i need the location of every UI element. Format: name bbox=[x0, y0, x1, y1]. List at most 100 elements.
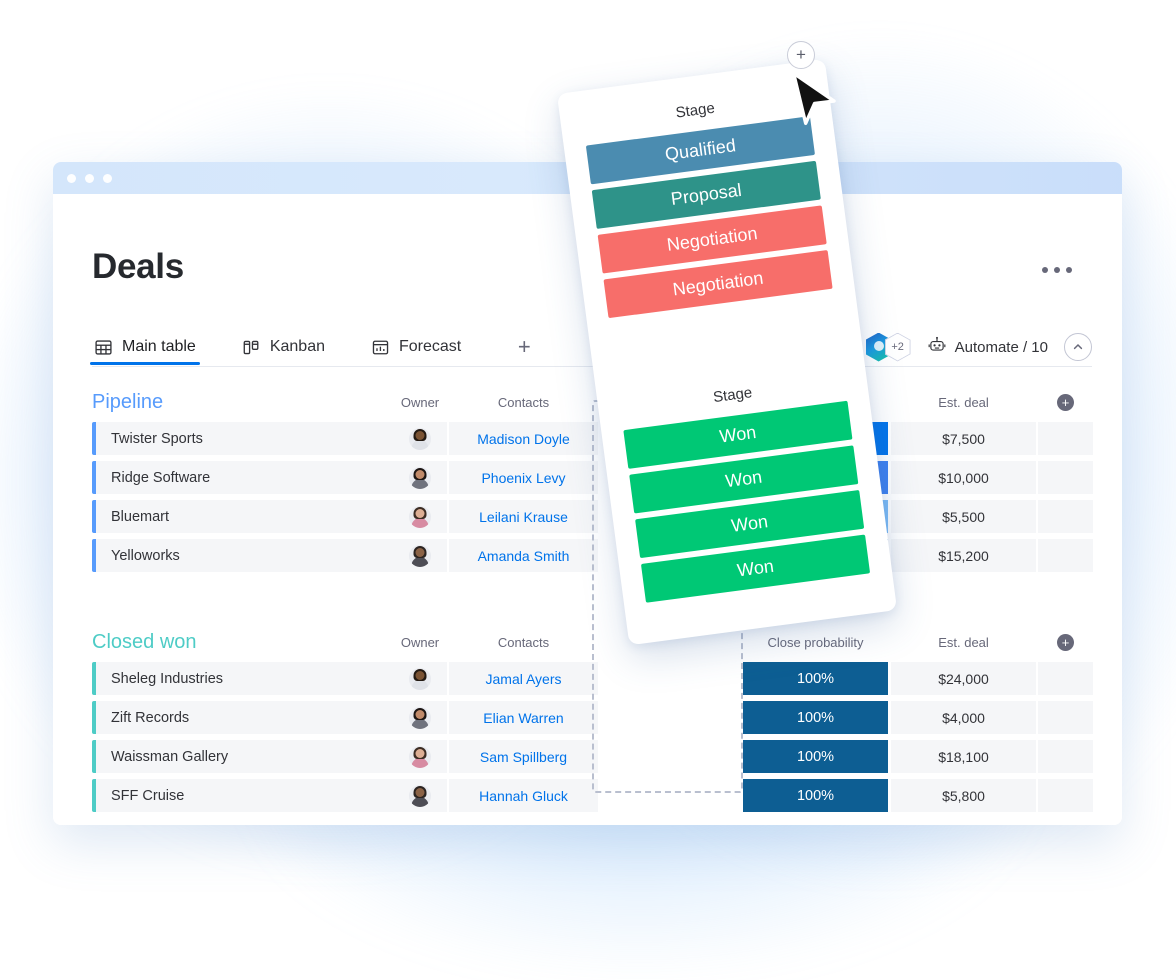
avatar[interactable] bbox=[409, 466, 431, 489]
avatar[interactable] bbox=[409, 505, 431, 528]
cell-close-probability[interactable]: 100% bbox=[743, 779, 888, 812]
cell-est-deal[interactable]: $24,000 bbox=[891, 662, 1036, 695]
robot-icon bbox=[927, 336, 947, 358]
cell-close-probability[interactable]: 100% bbox=[743, 662, 888, 695]
cell-deal-name[interactable]: Yelloworks bbox=[96, 539, 406, 572]
cell-contact[interactable]: Sam Spillberg bbox=[449, 740, 598, 773]
group-header: Closed won Owner Contacts Close probability… bbox=[92, 626, 1108, 658]
cell-empty[interactable] bbox=[1038, 500, 1093, 533]
cell-owner[interactable] bbox=[393, 422, 447, 455]
table-row[interactable]: Ridge Software Phoenix Levy $10,000 bbox=[92, 461, 1108, 494]
avatar[interactable] bbox=[409, 745, 431, 768]
more-dot bbox=[1066, 267, 1072, 273]
table-row[interactable]: Waissman Gallery Sam Spillberg 100% $18,100 bbox=[92, 740, 1108, 773]
column-header-owner[interactable]: Owner bbox=[393, 626, 447, 658]
cell-empty[interactable] bbox=[1038, 701, 1093, 734]
cell-empty[interactable] bbox=[1038, 539, 1093, 572]
add-column-button[interactable]: + bbox=[1038, 386, 1093, 418]
cell-owner[interactable] bbox=[393, 539, 447, 572]
board-table: Pipeline Owner Contacts Est. deal + Twister S… bbox=[92, 386, 1108, 825]
add-view-button[interactable]: + bbox=[511, 330, 537, 364]
cell-est-deal[interactable]: $18,100 bbox=[891, 740, 1036, 773]
cell-est-deal[interactable]: $7,500 bbox=[891, 422, 1036, 455]
avatar[interactable] bbox=[409, 667, 431, 690]
cell-est-deal[interactable]: $4,000 bbox=[891, 701, 1036, 734]
cell-est-deal[interactable]: $10,000 bbox=[891, 461, 1036, 494]
add-column-button[interactable]: + bbox=[1038, 626, 1093, 658]
cell-owner[interactable] bbox=[393, 779, 447, 812]
column-header-contacts[interactable]: Contacts bbox=[449, 626, 598, 658]
window-maximize-dot[interactable] bbox=[103, 173, 112, 183]
cell-contact[interactable]: Hannah Gluck bbox=[449, 779, 598, 812]
window-minimize-dot[interactable] bbox=[85, 173, 94, 183]
cell-deal-name[interactable]: Zift Records bbox=[96, 701, 406, 734]
window-close-dot[interactable] bbox=[67, 173, 76, 183]
more-dot bbox=[1042, 267, 1048, 273]
cell-contact[interactable]: Jamal Ayers bbox=[449, 662, 598, 695]
cell-close-probability[interactable]: 100% bbox=[743, 740, 888, 773]
more-dot bbox=[1054, 267, 1060, 273]
dragged-group-pipeline: Stage Qualified Proposal Negotiation Neg… bbox=[557, 59, 855, 321]
board-members[interactable]: +2 bbox=[865, 332, 911, 362]
table-row[interactable]: Yelloworks Amanda Smith $15,200 bbox=[92, 539, 1108, 572]
kanban-icon bbox=[242, 338, 261, 357]
avatar[interactable] bbox=[409, 427, 431, 450]
group-title[interactable]: Pipeline bbox=[92, 391, 163, 414]
cell-empty[interactable] bbox=[1038, 461, 1093, 494]
cell-owner[interactable] bbox=[393, 701, 447, 734]
cell-empty[interactable] bbox=[1038, 422, 1093, 455]
tab-label: Main table bbox=[122, 338, 196, 355]
page-title: Deals bbox=[92, 247, 184, 286]
board-more-menu-button[interactable] bbox=[1042, 267, 1072, 273]
cell-est-deal[interactable]: $5,500 bbox=[891, 500, 1036, 533]
avatar-overflow-count[interactable]: +2 bbox=[884, 332, 911, 362]
dragged-group-closed-won: Stage Won Won Won Won bbox=[588, 292, 892, 606]
cell-empty[interactable] bbox=[1038, 740, 1093, 773]
plus-icon: + bbox=[1057, 633, 1074, 651]
cell-empty[interactable] bbox=[1038, 779, 1093, 812]
tab-main-table[interactable]: Main table bbox=[90, 330, 200, 365]
automate-button[interactable]: Automate / 10 bbox=[927, 336, 1048, 358]
group-title[interactable]: Closed won bbox=[92, 631, 197, 654]
column-header-est-deal[interactable]: Est. deal bbox=[891, 626, 1036, 658]
board-toolbar: +2 Automate / 10 bbox=[865, 330, 1092, 364]
cell-contact[interactable]: Elian Warren bbox=[449, 701, 598, 734]
cell-contact[interactable]: Madison Doyle bbox=[449, 422, 598, 455]
column-header-est-deal[interactable]: Est. deal bbox=[891, 386, 1036, 418]
cell-owner[interactable] bbox=[393, 662, 447, 695]
cell-contact[interactable]: Leilani Krause bbox=[449, 500, 598, 533]
table-row[interactable]: SFF Cruise Hannah Gluck 100% $5,800 bbox=[92, 779, 1108, 812]
cell-deal-name[interactable]: Waissman Gallery bbox=[96, 740, 406, 773]
cell-est-deal[interactable]: $5,800 bbox=[891, 779, 1036, 812]
avatar[interactable] bbox=[409, 784, 431, 807]
cell-deal-name[interactable]: SFF Cruise bbox=[96, 779, 406, 812]
cell-close-probability[interactable]: 100% bbox=[743, 701, 888, 734]
cell-deal-name[interactable]: Ridge Software bbox=[96, 461, 406, 494]
tab-kanban[interactable]: Kanban bbox=[240, 330, 327, 364]
board-group-closed-won: Closed won Owner Contacts Close probability… bbox=[92, 626, 1108, 812]
avatar[interactable] bbox=[409, 544, 431, 567]
cell-empty[interactable] bbox=[1038, 662, 1093, 695]
automate-label: Automate / 10 bbox=[954, 338, 1048, 356]
forecast-chart-icon bbox=[371, 338, 390, 357]
collapse-toolbar-button[interactable] bbox=[1064, 333, 1092, 361]
cell-owner[interactable] bbox=[393, 740, 447, 773]
column-header-contacts[interactable]: Contacts bbox=[449, 386, 598, 418]
table-icon bbox=[94, 338, 113, 357]
table-row[interactable]: Zift Records Elian Warren 100% $4,000 bbox=[92, 701, 1108, 734]
cell-contact[interactable]: Phoenix Levy bbox=[449, 461, 598, 494]
cell-deal-name[interactable]: Sheleg Industries bbox=[96, 662, 406, 695]
cell-est-deal[interactable]: $15,200 bbox=[891, 539, 1036, 572]
cell-owner[interactable] bbox=[393, 461, 447, 494]
avatar[interactable] bbox=[409, 706, 431, 729]
cell-owner[interactable] bbox=[393, 500, 447, 533]
table-row[interactable]: Bluemart Leilani Krause $5,500 bbox=[92, 500, 1108, 533]
column-header-close-probability[interactable]: Close probability bbox=[743, 626, 888, 658]
cell-deal-name[interactable]: Bluemart bbox=[96, 500, 406, 533]
column-header-owner[interactable]: Owner bbox=[393, 386, 447, 418]
cell-deal-name[interactable]: Twister Sports bbox=[96, 422, 406, 455]
tab-forecast[interactable]: Forecast bbox=[369, 330, 463, 364]
cell-contact[interactable]: Amanda Smith bbox=[449, 539, 598, 572]
add-column-floating-button[interactable]: + bbox=[787, 41, 815, 69]
table-row[interactable]: Sheleg Industries Jamal Ayers 100% $24,000 bbox=[92, 662, 1108, 695]
